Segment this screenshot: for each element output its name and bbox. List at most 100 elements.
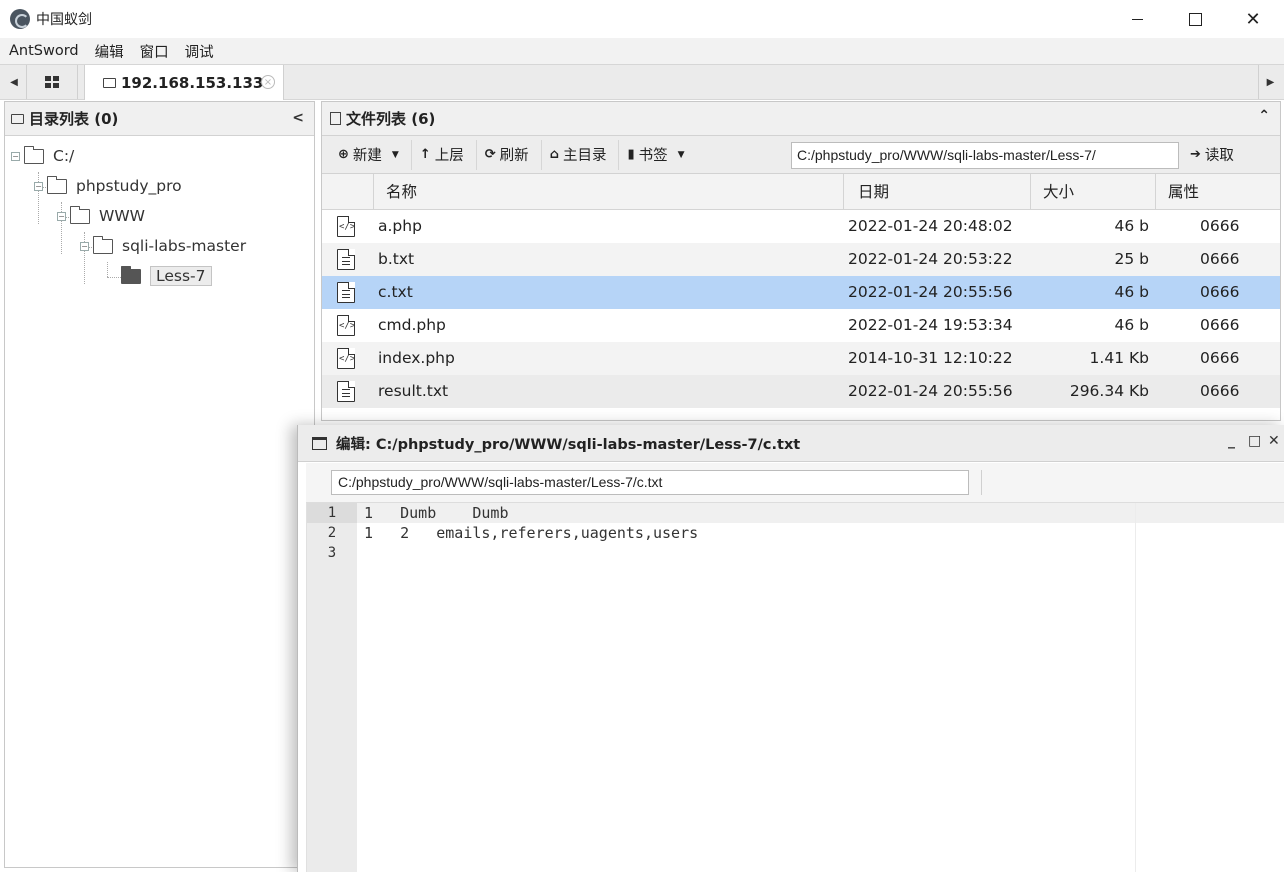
up-label: 上层 [434, 148, 464, 164]
table-row[interactable]: </> a.php 2022-01-24 20:48:02 46 b 0666 [322, 210, 1280, 243]
file-size: 25 b [1114, 250, 1150, 268]
code-line[interactable]: 1 2 emails,referers,uagents,users [357, 523, 1284, 543]
tree-node-less-7[interactable]: Less-7 [121, 264, 212, 288]
refresh-button[interactable]: ⟳ 刷新 [477, 139, 542, 170]
new-label: 新建 [352, 148, 382, 164]
editor-toolbar: C:/phpstudy_pro/WWW/sqli-labs-master/Les… [306, 463, 1284, 503]
grid-icon [45, 76, 59, 88]
code-file-icon: </> [337, 348, 355, 369]
file-size: 1.41 Kb [1089, 349, 1149, 367]
code-file-icon: </> [337, 315, 355, 336]
folder-icon [47, 175, 67, 194]
home-button[interactable]: ⌂ 主目录 [542, 139, 620, 170]
file-date: 2022-01-24 20:48:02 [848, 217, 1013, 235]
window-title: 中国蚁剑 [36, 12, 92, 28]
tree-label: sqli-labs-master [122, 237, 247, 255]
tree-node-sqli-labs-master[interactable]: − sqli-labs-master [80, 234, 246, 258]
plus-circle-icon: ⊕ [338, 147, 349, 162]
bookmark-button[interactable]: ▮ 书签 ▼ [619, 140, 696, 170]
tab-scroll-left-icon[interactable]: ◀ [2, 65, 26, 99]
code-editor[interactable]: 1 2 3 1 Dumb Dumb 1 2 emails,referers,ua… [306, 503, 1284, 872]
menu-edit[interactable]: 编辑 [95, 41, 124, 62]
tab-scroll-right-icon[interactable]: ▶ [1258, 65, 1282, 99]
tree-label: phpstudy_pro [76, 177, 182, 195]
minimize-button[interactable] [1108, 0, 1166, 38]
refresh-label: 刷新 [499, 148, 529, 164]
print-margin [1135, 503, 1136, 872]
table-row[interactable]: </> cmd.php 2022-01-24 19:53:34 46 b 066… [322, 309, 1280, 342]
directory-panel-header: 目录列表 (0) < [5, 102, 314, 136]
code-line[interactable] [357, 543, 1284, 563]
toolbar-divider [981, 470, 982, 495]
column-date[interactable]: 日期 [843, 174, 1030, 210]
file-size: 46 b [1114, 283, 1150, 301]
menu-window[interactable]: 窗口 [140, 41, 169, 62]
text-file-icon [337, 282, 355, 303]
file-attr: 0666 [1200, 382, 1240, 400]
file-date: 2022-01-24 20:55:56 [848, 283, 1013, 301]
collapse-up-icon[interactable]: ⌃ [1258, 108, 1270, 124]
menu-debug[interactable]: 调试 [185, 41, 214, 62]
file-size: 46 b [1114, 217, 1150, 235]
tab-close-icon[interactable]: × [261, 75, 275, 89]
file-attr: 0666 [1200, 283, 1240, 301]
editor-title-bar[interactable]: 编辑: C:/phpstudy_pro/WWW/sqli-labs-master… [298, 425, 1284, 462]
file-attr: 0666 [1200, 217, 1240, 235]
tree-node-phpstudy-pro[interactable]: − phpstudy_pro [34, 174, 182, 198]
line-number: 3 [327, 545, 337, 561]
editor-maximize-icon[interactable]: □ [1248, 433, 1261, 449]
collapse-left-icon[interactable]: < [292, 110, 304, 126]
path-input[interactable]: C:/phpstudy_pro/WWW/sqli-labs-master/Les… [791, 142, 1179, 169]
editor-minimize-icon[interactable]: _ [1228, 433, 1235, 449]
file-name: index.php [378, 349, 455, 367]
tree-toggle-icon[interactable]: − [80, 241, 89, 251]
file-attr: 0666 [1200, 349, 1240, 367]
code-line[interactable]: 1 Dumb Dumb [357, 503, 1284, 523]
tree-node-www[interactable]: − WWW [57, 204, 145, 228]
editor-path-input[interactable]: C:/phpstudy_pro/WWW/sqli-labs-master/Les… [331, 470, 969, 495]
directory-panel-title: 目录列表 (0) [29, 110, 119, 128]
file-attr: 0666 [1200, 250, 1240, 268]
file-date: 2022-01-24 20:55:56 [848, 382, 1013, 400]
caret-down-icon: ▼ [391, 149, 399, 160]
file-date: 2014-10-31 12:10:22 [848, 349, 1013, 367]
tree-label-selected: Less-7 [150, 266, 212, 286]
file-size: 296.34 Kb [1069, 382, 1149, 400]
column-name[interactable]: 名称 [373, 174, 843, 210]
table-row[interactable]: result.txt 2022-01-24 20:55:56 296.34 Kb… [322, 375, 1280, 408]
tree-toggle-icon[interactable]: − [57, 211, 66, 221]
tab-shell-192-168-153-133[interactable]: 192.168.153.133 × [84, 65, 284, 100]
file-grid-header: 名称 日期 大小 属性 [322, 174, 1280, 210]
maximize-button[interactable] [1166, 0, 1224, 38]
table-row[interactable]: </> index.php 2014-10-31 12:10:22 1.41 K… [322, 342, 1280, 375]
antsword-logo-icon [10, 9, 30, 29]
table-row[interactable]: b.txt 2022-01-24 20:53:22 25 b 0666 [322, 243, 1280, 276]
tree-toggle-icon[interactable]: − [34, 181, 43, 191]
home-icon: ⌂ [549, 147, 559, 162]
line-number: 1 [307, 503, 357, 523]
editor-close-icon[interactable]: ✕ [1268, 433, 1280, 449]
table-row-selected[interactable]: c.txt 2022-01-24 20:55:56 46 b 0666 [322, 276, 1280, 309]
directory-panel: 目录列表 (0) < − C:/ − phpstudy_pro − WWW − [4, 101, 315, 868]
file-name: b.txt [378, 250, 415, 268]
file-icon [330, 112, 341, 125]
up-button[interactable]: ↑ 上层 [412, 139, 477, 170]
tab-label: 192.168.153.133 [121, 73, 264, 92]
close-button[interactable]: ✕ [1224, 0, 1282, 38]
tree-toggle-icon[interactable]: − [11, 151, 20, 161]
file-date: 2022-01-24 20:53:22 [848, 250, 1013, 268]
tree-node-c[interactable]: − C:/ [11, 144, 74, 168]
file-name: result.txt [378, 382, 449, 400]
menu-antsword[interactable]: AntSword [9, 43, 79, 59]
new-button[interactable]: ⊕ 新建 ▼ [330, 139, 412, 170]
folder-icon [24, 145, 44, 164]
column-attr[interactable]: 属性 [1155, 174, 1280, 210]
file-panel-header: 文件列表 (6) ⌃ [322, 102, 1280, 136]
tab-home[interactable] [26, 65, 78, 99]
read-label: 读取 [1204, 148, 1234, 164]
column-size[interactable]: 大小 [1030, 174, 1155, 210]
arrow-up-icon: ↑ [419, 147, 431, 162]
file-toolbar: ⊕ 新建 ▼ ↑ 上层 ⟳ 刷新 ⌂ 主目录 ▮ 书签 ▼ C:/phpstud… [322, 136, 1280, 174]
folder-open-icon [121, 265, 141, 284]
read-button[interactable]: ➔ 读取 [1190, 144, 1234, 165]
